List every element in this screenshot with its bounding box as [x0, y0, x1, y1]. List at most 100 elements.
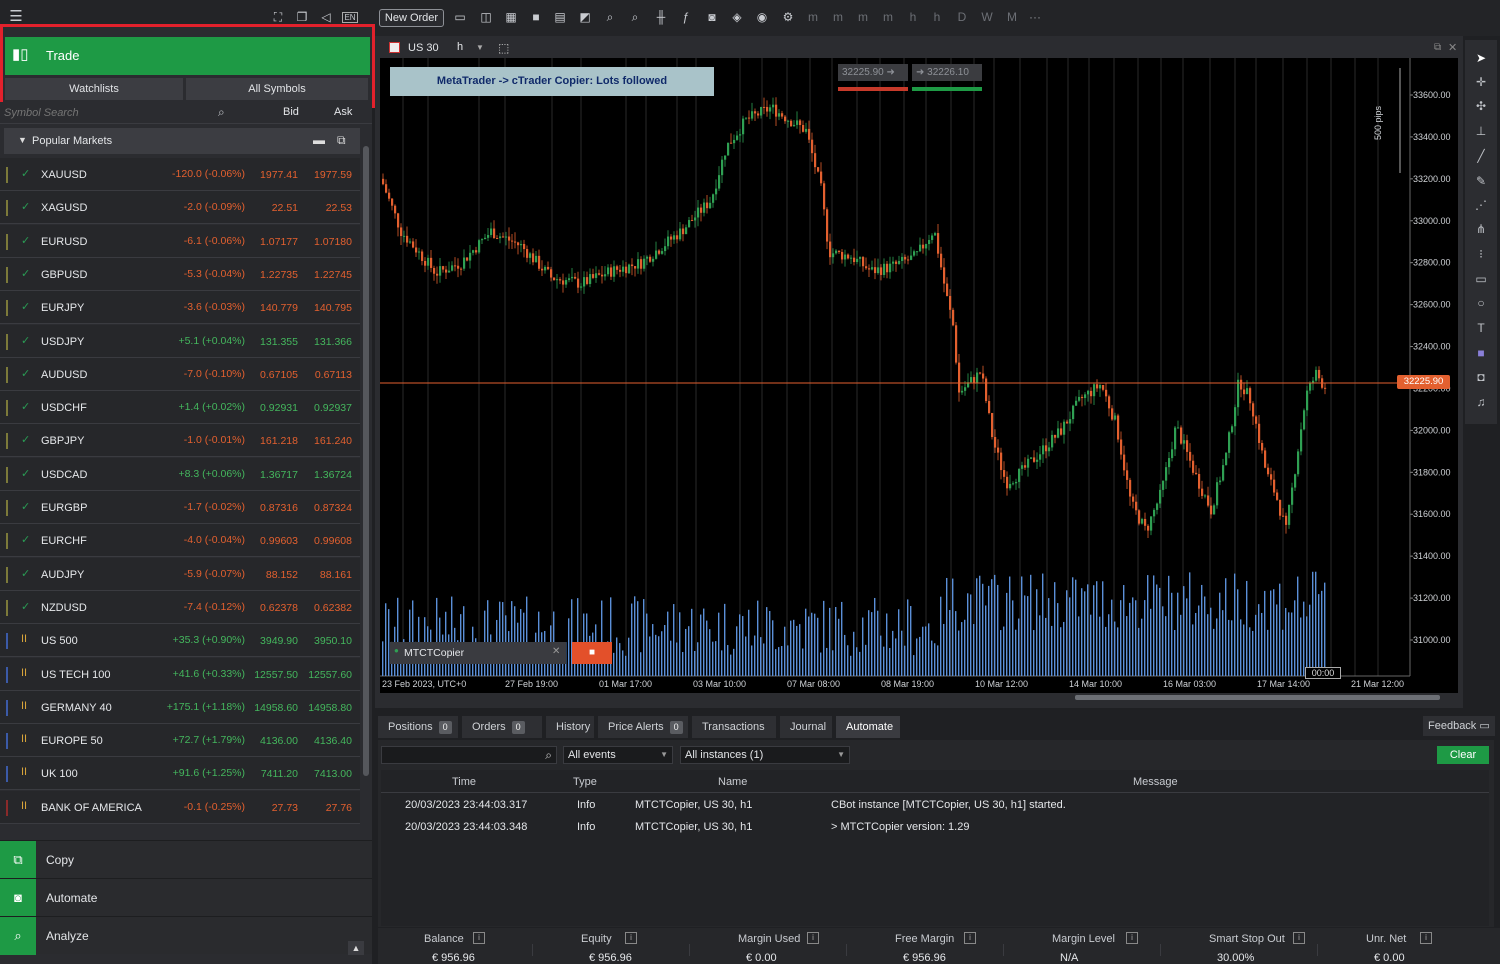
new-order-button[interactable]: New Order: [379, 9, 444, 27]
cursor-icon[interactable]: ➤: [1474, 51, 1488, 65]
fibonacci-icon[interactable]: ⋰: [1474, 198, 1488, 212]
chart-timeframe[interactable]: h: [457, 41, 463, 53]
symbol-row[interactable]: ✓ EURCHF -4.0 (-0.04%) 0.99603 0.99608: [0, 524, 360, 558]
tab-transactions[interactable]: Transactions: [692, 716, 776, 738]
symbol-row[interactable]: ✓ EURGBP -1.7 (-0.02%) 0.87316 0.87324: [0, 491, 360, 524]
zoom-in-icon[interactable]: ⌕: [602, 10, 618, 24]
table-row[interactable]: 20/03/2023 23:44:03.348 Info MTCTCopier,…: [381, 818, 1489, 838]
symbol-ask[interactable]: 12557.60: [308, 669, 352, 681]
feedback-button[interactable]: Feedback ▭: [1423, 716, 1495, 736]
cbot-stop-button[interactable]: ■: [572, 642, 612, 664]
tf-mn[interactable]: M: [1004, 10, 1020, 24]
collapse-up-icon[interactable]: ▲: [348, 941, 364, 955]
info-icon[interactable]: i: [1420, 932, 1432, 944]
col-time[interactable]: Time: [452, 776, 476, 788]
tab-journal[interactable]: Journal: [780, 716, 832, 738]
chart-canvas[interactable]: 33600.00 33400.00 33200.00 33000.00 32800.00…: [380, 58, 1458, 702]
col-name[interactable]: Name: [718, 776, 747, 788]
symbol-bid[interactable]: 0.87316: [260, 502, 298, 514]
template-icon[interactable]: ⚙: [780, 10, 796, 24]
menu-icon[interactable]: ☰: [8, 9, 24, 24]
layout-icon[interactable]: ◫: [478, 10, 494, 24]
tab-orders[interactable]: Orders 0: [462, 716, 542, 738]
timeframe-dropdown-icon[interactable]: ▼: [476, 43, 484, 52]
cbot-icon[interactable]: ◙: [704, 10, 720, 24]
info-icon[interactable]: i: [964, 932, 976, 944]
symbol-row[interactable]: ✓ USDJPY +5.1 (+0.04%) 131.355 131.366: [0, 324, 360, 358]
cbot-instance[interactable]: ● MTCTCopier ✕: [390, 642, 566, 664]
fullscreen-icon[interactable]: ⛶: [270, 10, 286, 24]
symbol-ask[interactable]: 4136.40: [314, 735, 352, 747]
symbol-ask[interactable]: 27.76: [326, 802, 352, 814]
color-swatch-icon[interactable]: ■: [1474, 346, 1488, 360]
collapse-icon[interactable]: ▼: [18, 135, 27, 145]
attach-icon[interactable]: ⬚: [498, 41, 509, 55]
clear-button[interactable]: Clear: [1437, 746, 1489, 764]
popout-icon[interactable]: ⧉: [337, 133, 346, 148]
symbol-ask[interactable]: 88.161: [320, 569, 352, 581]
log-search[interactable]: ⌕: [381, 746, 557, 764]
symbol-ask[interactable]: 0.87324: [314, 502, 352, 514]
zoom-out-icon[interactable]: ⌕: [627, 10, 643, 24]
symbol-bid[interactable]: 0.67105: [260, 369, 298, 381]
symbol-bid[interactable]: 1.07177: [260, 236, 298, 248]
symbol-row[interactable]: ✓ GBPJPY -1.0 (-0.01%) 161.218 161.240: [0, 424, 360, 458]
ellipse-icon[interactable]: ○: [1474, 296, 1488, 310]
crosshair-fixed-icon[interactable]: ✣: [1474, 99, 1488, 113]
col-message[interactable]: Message: [1133, 776, 1178, 788]
tab-automate[interactable]: Automate: [836, 716, 900, 738]
tf-m1[interactable]: m: [805, 10, 821, 24]
layers-icon[interactable]: ◈: [729, 10, 745, 24]
symbol-bid[interactable]: 3949.90: [260, 635, 298, 647]
symbol-ask[interactable]: 14958.80: [308, 702, 352, 714]
symbol-row[interactable]: ✓ EURUSD -6.1 (-0.06%) 1.07177 1.07180: [0, 224, 360, 258]
pen-icon[interactable]: ✎: [1474, 174, 1488, 188]
symbol-row[interactable]: II US 500 +35.3 (+0.90%) 3949.90 3950.10: [0, 624, 360, 658]
chart-scrollbar-thumb[interactable]: [1075, 695, 1440, 700]
crosshair-icon[interactable]: ✛: [1474, 75, 1488, 89]
symbol-bid[interactable]: 0.62378: [260, 602, 298, 614]
tf-m15[interactable]: m: [855, 10, 871, 24]
text-icon[interactable]: T: [1474, 321, 1488, 335]
rectangle-icon[interactable]: ▭: [1474, 272, 1488, 286]
symbol-row[interactable]: II UK 100 +91.6 (+1.25%) 7411.20 7413.00: [0, 757, 360, 791]
symbol-row[interactable]: ✓ XAUUSD -120.0 (-0.06%) 1977.41 1977.59: [0, 158, 360, 191]
symbol-row[interactable]: II EUROPE 50 +72.7 (+1.79%) 4136.00 4136.40: [0, 724, 360, 758]
grid-lines-icon[interactable]: ⁝: [1474, 247, 1488, 261]
symbol-bid[interactable]: 140.779: [260, 302, 298, 314]
symbol-ask[interactable]: 1977.59: [314, 169, 352, 181]
watchlist-scrollbar[interactable]: [362, 132, 370, 836]
events-filter[interactable]: All events ▼: [563, 746, 673, 764]
sell-button[interactable]: 32225.90 ➜: [838, 64, 908, 81]
list-view-icon[interactable]: ▬: [313, 133, 325, 147]
chart-settings-icon[interactable]: ◩: [577, 10, 593, 24]
symbol-ask[interactable]: 1.36724: [314, 469, 352, 481]
symbol-bid[interactable]: 161.218: [260, 435, 298, 447]
cbot-close-icon[interactable]: ✕: [552, 646, 560, 657]
instances-filter[interactable]: All instances (1) ▼: [680, 746, 850, 764]
symbol-row[interactable]: ✓ EURJPY -3.6 (-0.03%) 140.779 140.795: [0, 291, 360, 325]
popular-markets-header[interactable]: ▼ Popular Markets ▬ ⧉: [4, 128, 360, 154]
symbol-ask[interactable]: 7413.00: [314, 768, 352, 780]
chart-mode-icon[interactable]: ▭: [452, 10, 468, 24]
tf-d1[interactable]: D: [954, 10, 970, 24]
symbol-bid[interactable]: 0.92931: [260, 402, 298, 414]
symbol-ask[interactable]: 131.366: [314, 336, 352, 348]
symbol-ask[interactable]: 1.22745: [314, 269, 352, 281]
bell-icon[interactable]: ♫: [1474, 395, 1488, 409]
tf-m30[interactable]: m: [880, 10, 896, 24]
symbol-ask[interactable]: 140.795: [314, 302, 352, 314]
symbol-ask[interactable]: 0.92937: [314, 402, 352, 414]
language-icon[interactable]: EN: [342, 12, 358, 23]
popout-chart-icon[interactable]: ⧉: [1434, 42, 1441, 53]
info-icon[interactable]: i: [1293, 932, 1305, 944]
symbol-row[interactable]: ✓ NZDUSD -7.4 (-0.12%) 0.62378 0.62382: [0, 590, 360, 624]
symbol-row[interactable]: II GERMANY 40 +175.1 (+1.18%) 14958.60 14958…: [0, 690, 360, 724]
tf-m5[interactable]: m: [830, 10, 846, 24]
window-icon[interactable]: ❐: [294, 10, 310, 24]
search-icon[interactable]: ⌕: [218, 105, 225, 120]
info-icon[interactable]: i: [807, 932, 819, 944]
symbol-bid[interactable]: 1977.41: [260, 169, 298, 181]
tab-history[interactable]: History: [546, 716, 594, 738]
symbol-bid[interactable]: 12557.50: [254, 669, 298, 681]
